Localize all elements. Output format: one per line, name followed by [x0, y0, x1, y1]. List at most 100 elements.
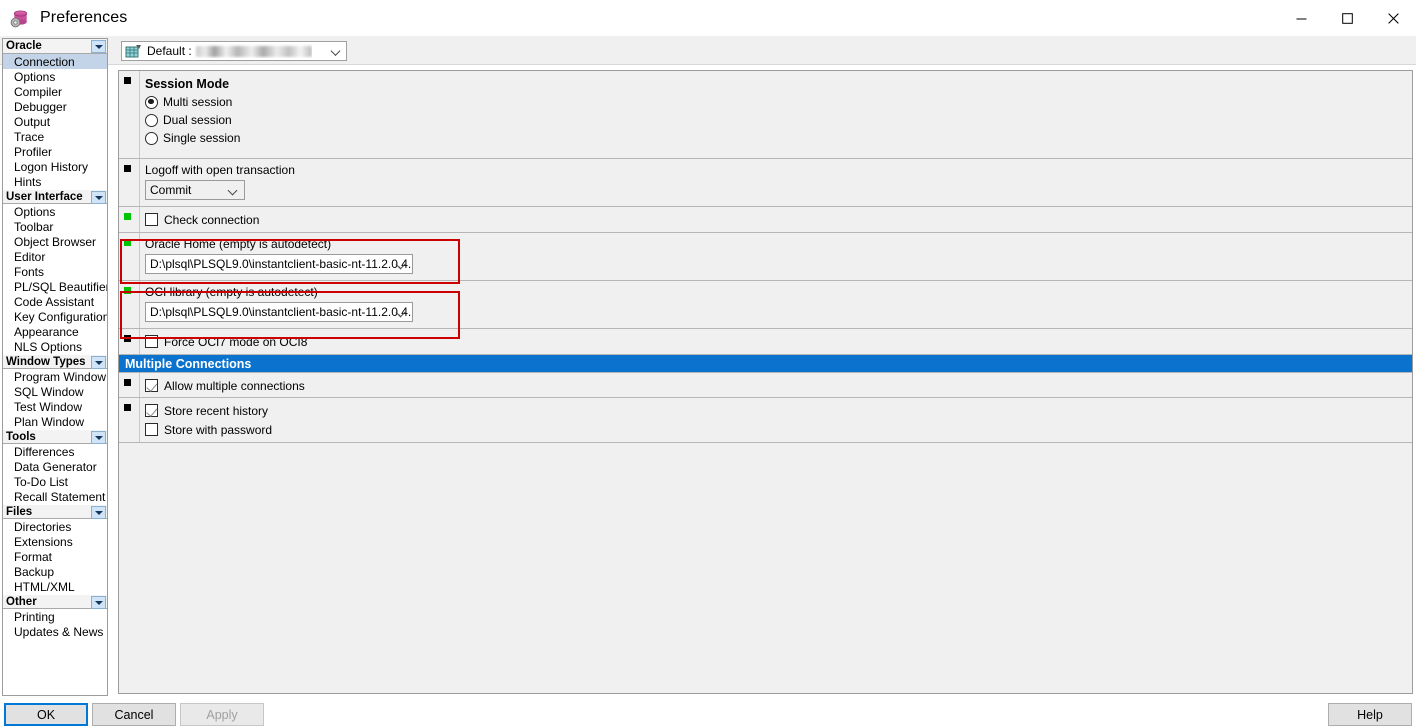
- sidebar-item-data-generator[interactable]: Data Generator: [3, 459, 107, 474]
- sidebar-item-backup[interactable]: Backup: [3, 564, 107, 579]
- sidebar-item-recall-statement[interactable]: Recall Statement: [3, 489, 107, 504]
- sidebar-item-html-xml[interactable]: HTML/XML: [3, 579, 107, 594]
- sidebar-section-oracle[interactable]: Oracle: [3, 39, 107, 54]
- sidebar-item-code-assistant[interactable]: Code Assistant: [3, 294, 107, 309]
- sidebar-item-debugger[interactable]: Debugger: [3, 99, 107, 114]
- row-divider: [139, 233, 140, 280]
- preference-set-text: Default :: [147, 44, 192, 58]
- chevron-down-icon[interactable]: [91, 506, 106, 519]
- sidebar-item-label: Data Generator: [14, 459, 97, 474]
- checkbox-check-connection[interactable]: Check connection: [145, 210, 1412, 229]
- sidebar-item-format[interactable]: Format: [3, 549, 107, 564]
- checkbox-label: Store recent history: [164, 403, 269, 418]
- radio-icon[interactable]: [145, 95, 158, 109]
- chevron-down-icon[interactable]: [91, 191, 106, 204]
- row-oci-library: OCI library (empty is autodetect) D:\pls…: [119, 281, 1412, 329]
- row-divider: [139, 207, 140, 232]
- sidebar-item-fonts[interactable]: Fonts: [3, 264, 107, 279]
- checkbox-label: Force OCI7 mode on OCI8: [164, 334, 308, 349]
- oracle-home-value: D:\plsql\PLSQL9.0\instantclient-basic-nt…: [150, 257, 412, 271]
- radio-icon[interactable]: [145, 131, 158, 145]
- sidebar-item-extensions[interactable]: Extensions: [3, 534, 107, 549]
- sidebar-item-label: Updates & News: [14, 624, 104, 639]
- sidebar-item-editor[interactable]: Editor: [3, 249, 107, 264]
- cancel-button[interactable]: Cancel: [92, 703, 176, 726]
- row-oracle-home: Oracle Home (empty is autodetect) D:\pls…: [119, 233, 1412, 281]
- close-button[interactable]: [1370, 0, 1416, 36]
- sidebar-section-window-types[interactable]: Window Types: [3, 354, 107, 369]
- sidebar-item-profiler[interactable]: Profiler: [3, 144, 107, 159]
- sidebar-item-differences[interactable]: Differences: [3, 444, 107, 459]
- checkbox-icon[interactable]: [145, 213, 158, 226]
- sidebar-item-directories[interactable]: Directories: [3, 519, 107, 534]
- sidebar-section-other[interactable]: Other: [3, 594, 107, 609]
- minimize-button[interactable]: [1278, 0, 1324, 36]
- sidebar-item-object-browser[interactable]: Object Browser: [3, 234, 107, 249]
- sidebar-item-label: Options: [14, 69, 56, 84]
- chevron-down-icon: [397, 308, 406, 317]
- checkbox-force-oci7[interactable]: Force OCI7 mode on OCI8: [145, 332, 1412, 351]
- status-marker-modified: [124, 239, 131, 246]
- sidebar-item-hints[interactable]: Hints: [3, 174, 107, 189]
- ok-button[interactable]: OK: [4, 703, 88, 726]
- sidebar-section-tools[interactable]: Tools: [3, 429, 107, 444]
- checkbox-icon[interactable]: [145, 379, 158, 392]
- maximize-button[interactable]: [1324, 0, 1370, 36]
- checkbox-icon[interactable]: [145, 423, 158, 436]
- checkbox-label: Allow multiple connections: [164, 378, 305, 393]
- sidebar-item-label: Trace: [14, 129, 45, 144]
- sidebar-item-options[interactable]: Options: [3, 69, 107, 84]
- chevron-down-icon[interactable]: [91, 40, 106, 53]
- chevron-down-icon[interactable]: [332, 47, 341, 56]
- sidebar-item-appearance[interactable]: Appearance: [3, 324, 107, 339]
- checkbox-label: Store with password: [164, 422, 273, 437]
- preference-set-combo[interactable]: Default :: [121, 41, 347, 61]
- sidebar-item-connection[interactable]: Connection: [3, 54, 107, 69]
- radio-single-session[interactable]: Single session: [145, 129, 1412, 147]
- sidebar-item-nls-options[interactable]: NLS Options: [3, 339, 107, 354]
- sidebar-item-pl-sql-beautifier[interactable]: PL/SQL Beautifier: [3, 279, 107, 294]
- sidebar-item-printing[interactable]: Printing: [3, 609, 107, 624]
- sidebar-item-test-window[interactable]: Test Window: [3, 399, 107, 414]
- sidebar-item-label: To-Do List: [14, 474, 69, 489]
- sidebar-section-files[interactable]: Files: [3, 504, 107, 519]
- sidebar-item-sql-window[interactable]: SQL Window: [3, 384, 107, 399]
- checkbox-icon[interactable]: [145, 335, 158, 348]
- sidebar-item-plan-window[interactable]: Plan Window: [3, 414, 107, 429]
- sidebar-item-compiler[interactable]: Compiler: [3, 84, 107, 99]
- oracle-home-select[interactable]: D:\plsql\PLSQL9.0\instantclient-basic-nt…: [145, 254, 413, 274]
- sidebar-item-label: Logon History: [14, 159, 89, 174]
- sidebar-item-options[interactable]: Options: [3, 204, 107, 219]
- chevron-down-icon[interactable]: [91, 356, 106, 369]
- sidebar-item-toolbar[interactable]: Toolbar: [3, 219, 107, 234]
- sidebar-item-label: Toolbar: [14, 219, 54, 234]
- row-divider: [139, 71, 140, 158]
- sidebar-item-label: Printing: [14, 609, 55, 624]
- settings-tree[interactable]: Oracle Connection Options Compiler Debugger O…: [2, 38, 108, 696]
- chevron-down-icon[interactable]: [91, 431, 106, 444]
- chevron-down-icon[interactable]: [91, 596, 106, 609]
- sidebar-item-label: Code Assistant: [14, 294, 95, 309]
- radio-icon[interactable]: [145, 113, 158, 127]
- checkbox-store-recent-history[interactable]: Store recent history: [145, 401, 1412, 420]
- sidebar-item-to-do-list[interactable]: To-Do List: [3, 474, 107, 489]
- checkbox-store-with-password[interactable]: Store with password: [145, 420, 1412, 439]
- help-button[interactable]: Help: [1328, 703, 1412, 726]
- status-marker-default: [124, 404, 131, 411]
- radio-multi-session[interactable]: Multi session: [145, 93, 1412, 111]
- logoff-select[interactable]: Commit: [145, 180, 245, 200]
- sidebar-section-user-interface[interactable]: User Interface: [3, 189, 107, 204]
- radio-dual-session[interactable]: Dual session: [145, 111, 1412, 129]
- sidebar-section-label: Other: [6, 595, 37, 608]
- sidebar-item-trace[interactable]: Trace: [3, 129, 107, 144]
- sidebar-item-output[interactable]: Output: [3, 114, 107, 129]
- checkbox-icon[interactable]: [145, 404, 158, 417]
- sidebar-item-updates-news[interactable]: Updates & News: [3, 624, 107, 639]
- logoff-select-value: Commit: [150, 183, 192, 197]
- sidebar-item-logon-history[interactable]: Logon History: [3, 159, 107, 174]
- sidebar-item-key-configuration[interactable]: Key Configuration: [3, 309, 107, 324]
- sidebar-item-program-window[interactable]: Program Window: [3, 369, 107, 384]
- oci-library-select[interactable]: D:\plsql\PLSQL9.0\instantclient-basic-nt…: [145, 302, 413, 322]
- sidebar-item-label: Backup: [14, 564, 55, 579]
- checkbox-allow-multiple-connections[interactable]: Allow multiple connections: [145, 376, 1412, 395]
